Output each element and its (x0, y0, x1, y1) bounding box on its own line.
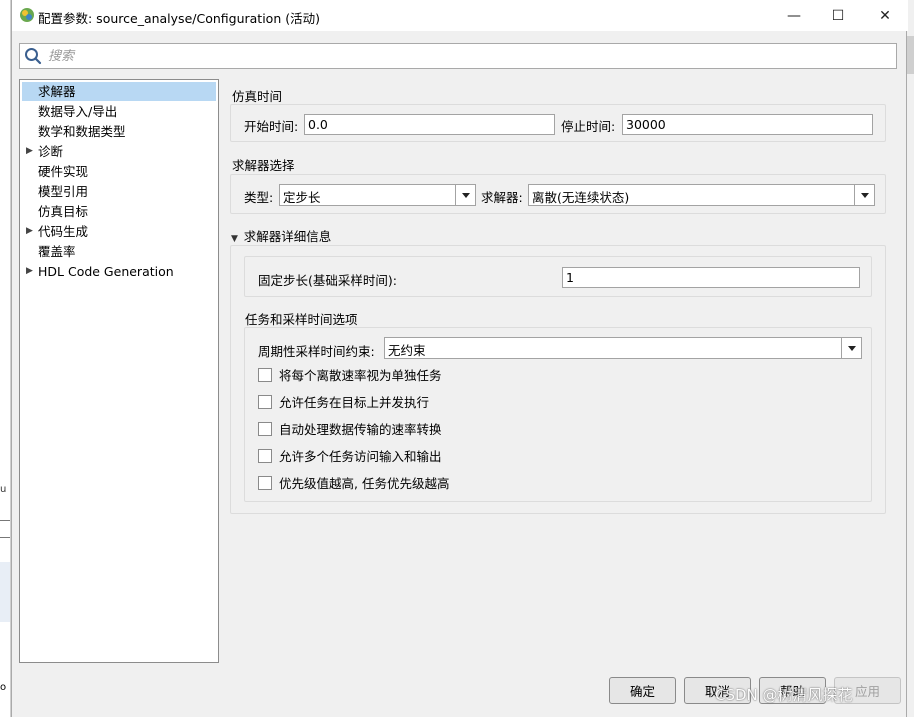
checkbox-label: 将每个离散速率视为单独任务 (279, 368, 442, 383)
collapse-arrow-icon[interactable]: ▼ (231, 234, 238, 244)
checkbox-label: 优先级值越高, 任务优先级越高 (279, 476, 450, 491)
checkbox-box[interactable] (258, 422, 272, 436)
tree-item-solver[interactable]: 求解器 (22, 82, 216, 101)
fixed-step-group: 固定步长(基础采样时间): (244, 256, 872, 297)
tree-item-label: 诊断 (38, 144, 64, 159)
tasks-group: 周期性采样时间约束: 无约束 将每个离散速率视为单独任务 允许任务在目标上并发执… (244, 327, 872, 502)
tree-item-label: 求解器 (38, 84, 76, 99)
background-app-edge: u o (0, 0, 11, 717)
tree-item-code-generation[interactable]: ▶ 代码生成 (22, 222, 216, 241)
stop-time-label: 停止时间: (561, 119, 616, 134)
window-title: 配置参数: source_analyse/Configuration (活动) (38, 11, 320, 26)
background-text-fragment: o (0, 682, 7, 693)
section-title-tasks: 任务和采样时间选项 (245, 312, 358, 327)
background-panel-fragment (0, 562, 10, 622)
dropdown-value: 无约束 (388, 343, 426, 358)
tree-item-data-import-export[interactable]: 数据导入/导出 (22, 102, 216, 121)
tree-item-label: 数学和数据类型 (38, 124, 126, 139)
config-params-dialog: 配置参数: source_analyse/Configuration (活动) … (11, 0, 908, 717)
tree-item-label: 覆盖率 (38, 244, 76, 259)
tree-item-label: 仿真目标 (38, 204, 89, 219)
chevron-down-icon[interactable] (455, 185, 475, 205)
tree-item-label: HDL Code Generation (38, 264, 174, 279)
checkbox-box[interactable] (258, 395, 272, 409)
tree-item-math-data-types[interactable]: 数学和数据类型 (22, 122, 216, 141)
periodic-constraint-label: 周期性采样时间约束: (258, 344, 375, 359)
start-time-input[interactable] (304, 114, 555, 135)
fixed-step-input[interactable] (562, 267, 860, 288)
tree-item-sim-target[interactable]: 仿真目标 (22, 202, 216, 221)
search-box (19, 43, 897, 69)
dropdown-value: 离散(无连续状态) (532, 190, 630, 205)
tree-item-diagnostics[interactable]: ▶ 诊断 (22, 142, 216, 161)
sim-time-group: 开始时间: 停止时间: (230, 104, 886, 142)
solver-select-group: 类型: 定步长 求解器: 离散(无连续状态) (230, 174, 886, 214)
checkbox-label: 允许任务在目标上并发执行 (279, 395, 430, 410)
chevron-down-icon[interactable] (841, 338, 861, 358)
tree-item-coverage[interactable]: 覆盖率 (22, 242, 216, 261)
background-control-fragment (0, 520, 10, 538)
tree-item-label: 数据导入/导出 (38, 104, 118, 119)
periodic-constraint-dropdown[interactable]: 无约束 (384, 337, 862, 359)
chevron-down-icon[interactable] (854, 185, 874, 205)
start-time-label: 开始时间: (244, 119, 299, 134)
simulink-app-icon (20, 8, 34, 22)
expand-arrow-icon[interactable]: ▶ (26, 222, 33, 241)
maximize-button[interactable]: ☐ (815, 0, 861, 31)
watermark: CSDN @树清风探花 (715, 686, 853, 704)
solver-details-header[interactable]: ▼ 求解器详细信息 (231, 226, 331, 245)
solver-type-label: 类型: (244, 190, 274, 205)
checkbox-label: 自动处理数据传输的速率转换 (279, 422, 442, 437)
solver-type-dropdown[interactable]: 定步长 (279, 184, 476, 206)
tree-item-model-reference[interactable]: 模型引用 (22, 182, 216, 201)
minimize-button[interactable]: — (771, 0, 817, 31)
checkbox-box[interactable] (258, 476, 272, 490)
stop-time-input[interactable] (622, 114, 873, 135)
solver-label: 求解器: (481, 190, 523, 205)
background-text-fragment: u (0, 484, 7, 495)
solver-dropdown[interactable]: 离散(无连续状态) (528, 184, 875, 206)
tree-item-hardware[interactable]: 硬件实现 (22, 162, 216, 181)
search-icon (25, 48, 42, 65)
dropdown-value: 定步长 (283, 190, 321, 205)
section-title-solver-select: 求解器选择 (232, 158, 295, 173)
search-input[interactable] (48, 46, 888, 66)
tree-item-label: 模型引用 (38, 184, 89, 199)
fixed-step-label: 固定步长(基础采样时间): (258, 273, 397, 288)
tree-item-hdl-code-generation[interactable]: ▶ HDL Code Generation (22, 262, 216, 281)
checkbox-label: 允许多个任务访问输入和输出 (279, 449, 442, 464)
checkbox-box[interactable] (258, 449, 272, 463)
close-button[interactable]: ✕ (862, 0, 908, 31)
ok-button[interactable]: 确定 (609, 677, 676, 704)
expand-arrow-icon[interactable]: ▶ (26, 142, 33, 161)
checkbox-box[interactable] (258, 368, 272, 382)
background-scrollbar (907, 0, 914, 717)
solver-details-group: 固定步长(基础采样时间): 任务和采样时间选项 周期性采样时间约束: 无约束 将… (230, 245, 886, 514)
title-bar[interactable]: 配置参数: source_analyse/Configuration (活动) … (12, 0, 908, 31)
expand-arrow-icon[interactable]: ▶ (26, 262, 33, 281)
category-tree: 求解器 数据导入/导出 数学和数据类型 ▶ 诊断 硬件实现 模型引用 仿真目标 ▶… (19, 79, 219, 663)
section-title-solver-details: 求解器详细信息 (243, 229, 332, 244)
tree-item-label: 硬件实现 (38, 164, 89, 179)
tree-item-label: 代码生成 (38, 224, 89, 239)
section-title-sim-time: 仿真时间 (232, 89, 283, 104)
